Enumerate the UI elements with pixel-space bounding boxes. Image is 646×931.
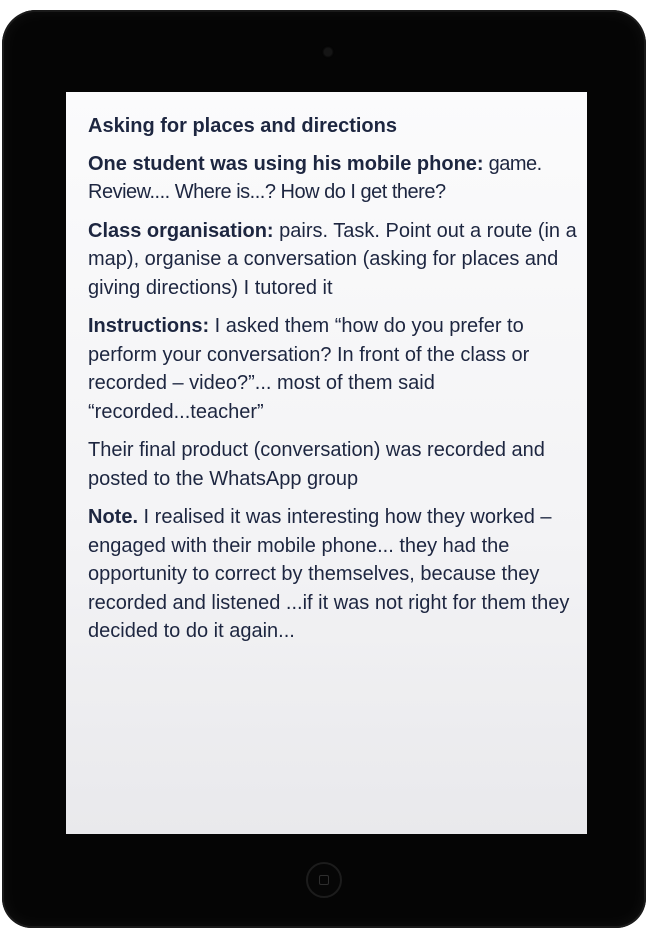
tablet-device: Asking for places and directions One stu… bbox=[2, 10, 646, 928]
paragraph-text: Their final product (conversation) was r… bbox=[88, 439, 545, 490]
paragraph-heading: Instructions: bbox=[88, 315, 210, 337]
slide-content: Asking for places and directions One stu… bbox=[88, 112, 578, 656]
tablet-screen: Asking for places and directions One stu… bbox=[66, 92, 587, 834]
paragraph-text: I realised it was interesting how they w… bbox=[88, 506, 570, 642]
home-button[interactable] bbox=[306, 862, 342, 898]
slide-title: Asking for places and directions bbox=[88, 115, 397, 137]
paragraph-heading: Note. bbox=[88, 506, 138, 528]
camera-icon bbox=[324, 48, 332, 56]
paragraph-student-phone: One student was using his mobile phone: … bbox=[88, 150, 578, 207]
paragraph-note: Note. I realised it was interesting how … bbox=[88, 503, 578, 646]
paragraph-heading: Class organisation: bbox=[88, 219, 274, 242]
paragraph-final-product: Their final product (conversation) was r… bbox=[88, 436, 578, 493]
paragraph-heading: One student was using his mobile phone: bbox=[88, 152, 484, 175]
paragraph-class-organisation: Class organisation: pairs. Task. Point o… bbox=[88, 217, 578, 303]
home-square-icon bbox=[319, 875, 329, 885]
paragraph-instructions: Instructions: I asked them “how do you p… bbox=[88, 312, 578, 426]
